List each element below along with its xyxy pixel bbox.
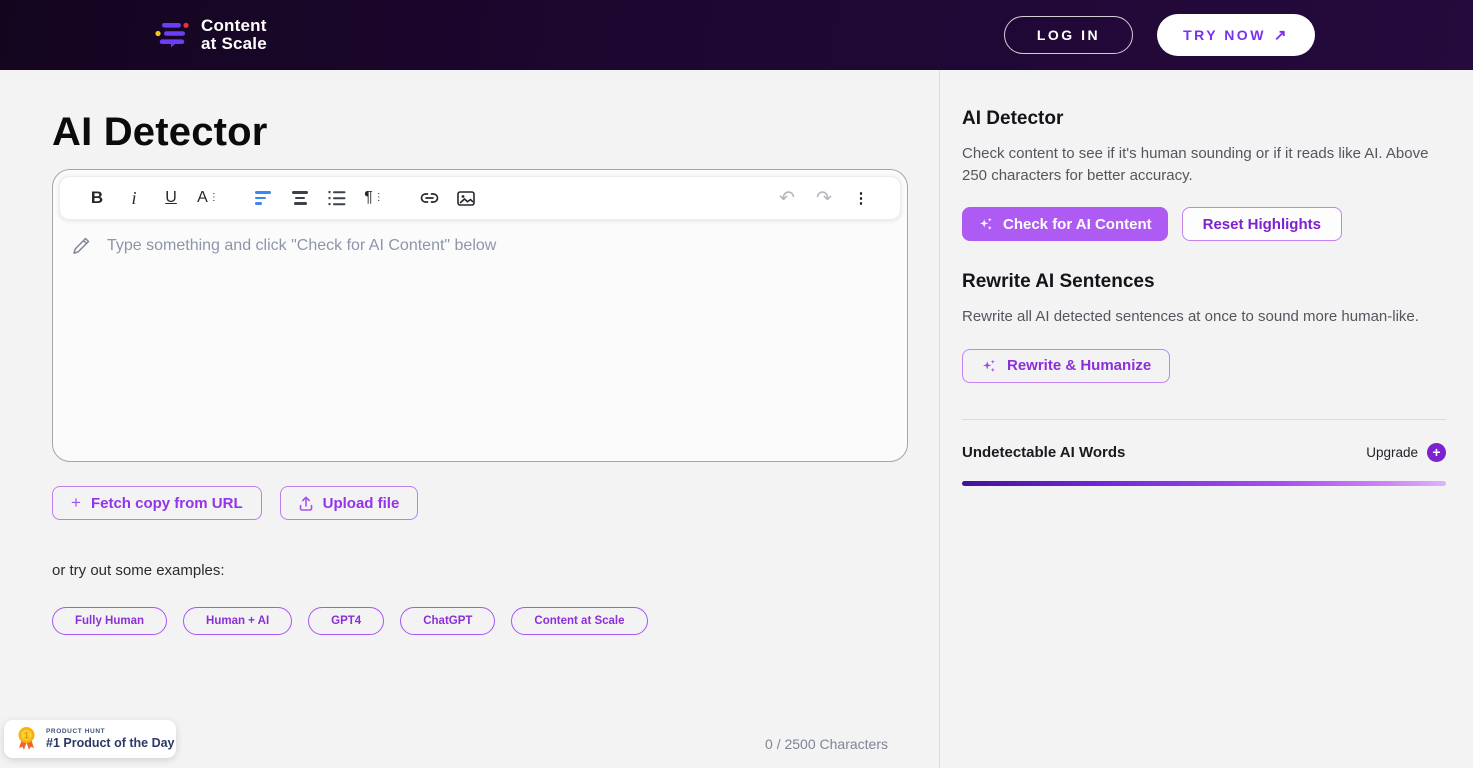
text-editor[interactable]: B i U A⋮ xyxy=(52,169,908,462)
link-icon xyxy=(420,192,439,204)
product-hunt-source: PRODUCT HUNT xyxy=(46,728,175,735)
rewrite-section: Rewrite AI Sentences Rewrite all AI dete… xyxy=(962,271,1446,382)
dropdown-dots-icon: ⋮ xyxy=(209,193,219,203)
check-button-label: Check for AI Content xyxy=(1003,216,1152,233)
logo-wordmark: Content at Scale xyxy=(201,17,267,54)
align-center-icon xyxy=(292,191,308,205)
sidebar-detector-description: Check content to see if it's human sound… xyxy=(962,143,1446,187)
example-chips: Fully Human Human + AI GPT4 ChatGPT Cont… xyxy=(52,607,939,635)
dropdown-dots-icon: ⋮ xyxy=(374,193,384,203)
ordered-list-icon xyxy=(328,190,346,206)
editor-actions-row: + Fetch copy from URL Upload file xyxy=(52,486,939,520)
upgrade-button[interactable]: Upgrade + xyxy=(1366,443,1446,462)
font-style-dropdown-button[interactable]: A⋮ xyxy=(193,183,223,213)
rewrite-section-title: Rewrite AI Sentences xyxy=(962,271,1446,293)
rewrite-section-description: Rewrite all AI detected sentences at onc… xyxy=(962,306,1446,328)
fetch-copy-from-url-button[interactable]: + Fetch copy from URL xyxy=(52,486,262,520)
paragraph-style-dropdown-button[interactable]: ¶⋮ xyxy=(359,183,389,213)
log-in-button[interactable]: LOG IN xyxy=(1004,16,1133,54)
product-hunt-text: PRODUCT HUNT #1 Product of the Day xyxy=(46,728,175,750)
insert-image-button[interactable] xyxy=(451,183,481,213)
example-chip-chatgpt[interactable]: ChatGPT xyxy=(400,607,495,635)
content-at-scale-logo[interactable]: Content at Scale xyxy=(155,17,267,54)
underline-button[interactable]: U xyxy=(156,183,186,213)
redo-button[interactable]: ↷ xyxy=(809,183,839,213)
align-center-button[interactable] xyxy=(285,183,315,213)
upgrade-label: Upgrade xyxy=(1366,445,1418,460)
plus-circle-icon: + xyxy=(1427,443,1446,462)
undetectable-ai-words-row: Undetectable AI Words Upgrade + xyxy=(962,443,1446,462)
font-letter: A xyxy=(197,189,208,207)
logo-mark-icon xyxy=(155,20,191,50)
example-chip-fully-human[interactable]: Fully Human xyxy=(52,607,167,635)
sidebar-detector-title: AI Detector xyxy=(962,108,1446,130)
try-now-label: TRY NOW xyxy=(1183,27,1266,43)
plus-icon: + xyxy=(71,493,81,513)
undetectable-progress-bar xyxy=(962,481,1446,486)
top-navigation-bar: Content at Scale LOG IN TRY NOW ↗ xyxy=(0,0,1473,70)
svg-text:1: 1 xyxy=(24,730,29,740)
rewrite-button-label: Rewrite & Humanize xyxy=(1007,357,1151,374)
example-chip-gpt4[interactable]: GPT4 xyxy=(308,607,384,635)
sparkle-icon xyxy=(978,216,994,232)
header-actions: LOG IN TRY NOW ↗ xyxy=(1004,14,1315,56)
detector-buttons-row: Check for AI Content Reset Highlights xyxy=(962,207,1446,241)
editor-column: AI Detector B i U A⋮ xyxy=(0,70,940,768)
examples-label: or try out some examples: xyxy=(52,562,939,579)
editor-input-area[interactable]: Type something and click "Check for AI C… xyxy=(59,220,901,274)
example-chip-human-ai[interactable]: Human + AI xyxy=(183,607,292,635)
align-left-icon xyxy=(255,191,271,205)
upload-file-button[interactable]: Upload file xyxy=(280,486,419,520)
reset-highlights-button[interactable]: Reset Highlights xyxy=(1182,207,1342,241)
example-chip-content-at-scale[interactable]: Content at Scale xyxy=(511,607,647,635)
ordered-list-button[interactable] xyxy=(322,183,352,213)
italic-button[interactable]: i xyxy=(119,183,149,213)
paragraph-icon: ¶ xyxy=(364,189,373,207)
page-content: AI Detector B i U A⋮ xyxy=(0,70,1473,768)
insert-link-button[interactable] xyxy=(414,183,444,213)
upload-icon xyxy=(299,496,313,511)
undo-button[interactable]: ↶ xyxy=(772,183,802,213)
editor-placeholder: Type something and click "Check for AI C… xyxy=(107,236,496,255)
sparkle-icon xyxy=(981,358,997,374)
character-count: 0 / 2500 Characters xyxy=(765,736,888,752)
check-for-ai-content-button[interactable]: Check for AI Content xyxy=(962,207,1168,241)
undetectable-ai-words-title: Undetectable AI Words xyxy=(962,444,1125,461)
page-title: AI Detector xyxy=(52,110,939,155)
fetch-copy-label: Fetch copy from URL xyxy=(91,495,243,512)
editor-toolbar: B i U A⋮ xyxy=(59,176,901,220)
product-hunt-title: #1 Product of the Day xyxy=(46,736,175,750)
pencil-icon xyxy=(71,236,91,258)
try-now-button[interactable]: TRY NOW ↗ xyxy=(1157,14,1315,56)
sidebar-divider xyxy=(962,419,1446,420)
product-hunt-badge[interactable]: 1 PRODUCT HUNT #1 Product of the Day xyxy=(4,720,176,758)
image-icon xyxy=(457,191,475,206)
align-left-button[interactable] xyxy=(248,183,278,213)
arrow-up-right-icon: ↗ xyxy=(1274,26,1289,44)
more-options-button[interactable]: ⋮ xyxy=(846,183,876,213)
upload-file-label: Upload file xyxy=(323,495,400,512)
bold-button[interactable]: B xyxy=(82,183,112,213)
detector-sidebar: AI Detector Check content to see if it's… xyxy=(940,70,1473,768)
rewrite-humanize-button[interactable]: Rewrite & Humanize xyxy=(962,349,1170,383)
medal-icon: 1 xyxy=(16,726,37,752)
